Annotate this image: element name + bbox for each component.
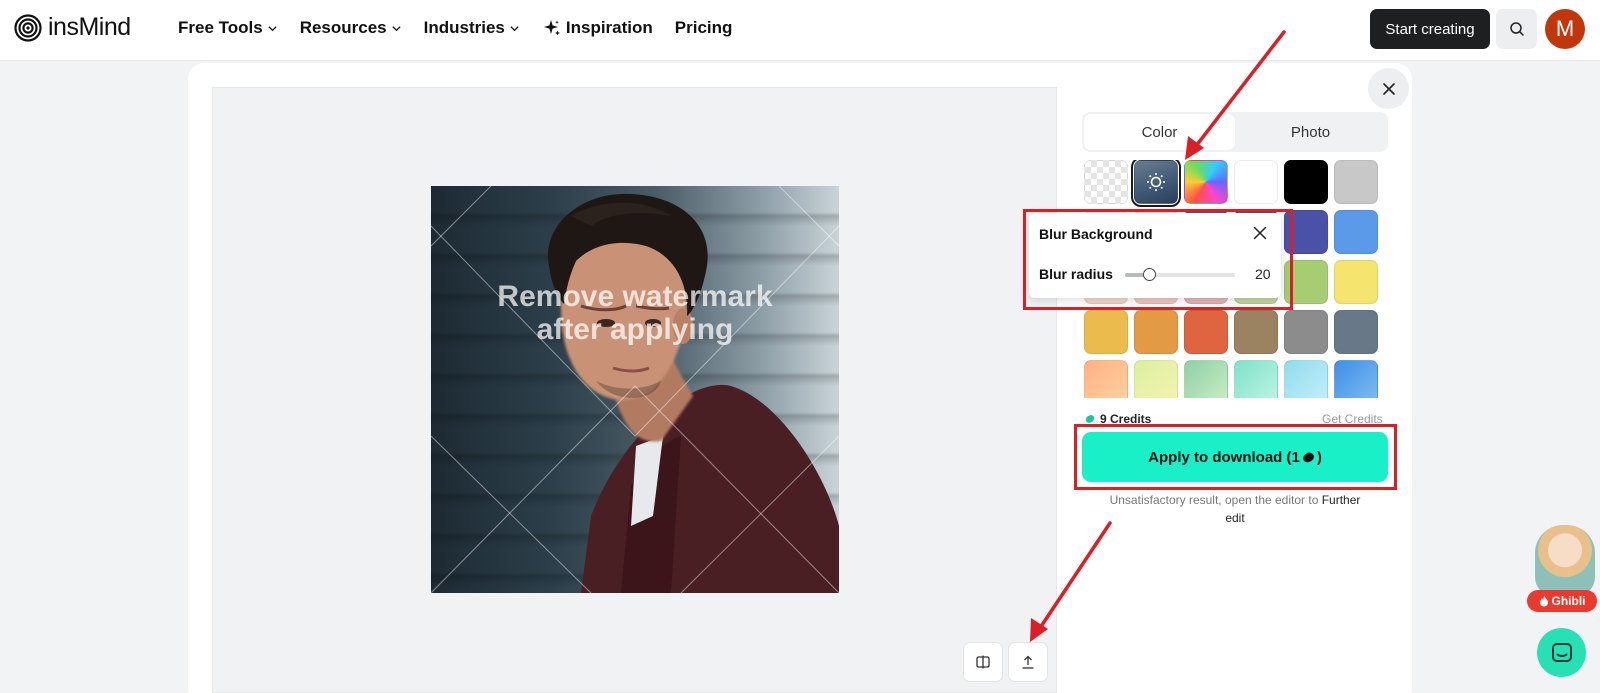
close-icon[interactable] (1251, 224, 1269, 242)
upload-icon (1022, 655, 1034, 669)
credits-balance: 9 Credits (1084, 412, 1151, 426)
export-button[interactable] (1008, 642, 1048, 682)
apply-to-download-button[interactable]: Apply to download (1 ) (1082, 432, 1388, 482)
nav-industries-label: Industries (423, 18, 505, 37)
swatch-color[interactable] (1234, 160, 1278, 204)
further-edit-link[interactable]: Further (1322, 493, 1361, 507)
swatch-color[interactable] (1334, 260, 1378, 304)
swatch-color[interactable] (1134, 310, 1178, 354)
compare-icon (976, 655, 990, 669)
ghibli-promo[interactable]: Ghibli (1527, 525, 1599, 612)
chevron-down-icon (510, 25, 519, 31)
hint-text: Unsatisfactory result, open the editor t… (1109, 493, 1319, 507)
tab-color[interactable]: Color (1084, 114, 1235, 150)
chat-icon (1551, 642, 1572, 662)
logo[interactable]: insMind (14, 13, 131, 42)
nav-inspiration[interactable]: Inspiration (542, 18, 653, 38)
nav-resources[interactable]: Resources (300, 18, 402, 38)
nav-inspiration-label: Inspiration (565, 18, 653, 37)
apply-suffix: ) (1316, 448, 1322, 466)
swatch-transparent[interactable] (1084, 160, 1128, 204)
start-creating-button[interactable]: Start creating (1370, 9, 1490, 49)
nav-resources-label: Resources (299, 18, 387, 37)
swatch-gradient[interactable] (1234, 360, 1278, 398)
nav-pricing-label: Pricing (674, 18, 733, 37)
blur-radius-label: Blur radius (1039, 266, 1113, 282)
blur-radius-value: 20 (1255, 266, 1271, 282)
fire-icon (1539, 595, 1548, 607)
user-avatar[interactable]: M (1545, 9, 1585, 49)
swatch-color[interactable] (1284, 310, 1328, 354)
search-icon (1509, 22, 1524, 36)
watermark-lines (431, 186, 839, 593)
watermark-text-line2: after applying (536, 313, 734, 346)
close-icon (1382, 82, 1395, 95)
swatch-color[interactable] (1334, 310, 1378, 354)
swatch-color[interactable] (1084, 310, 1128, 354)
further-edit-hint: Unsatisfactory result, open the editor t… (1082, 491, 1388, 527)
preview-image: Remove watermark after applying (431, 186, 839, 593)
credit-bean-icon (1301, 450, 1316, 464)
blur-icon (1147, 173, 1165, 191)
swatch-gradient[interactable] (1134, 360, 1178, 398)
slider-thumb[interactable] (1143, 268, 1157, 281)
nav-industries[interactable]: Industries (424, 18, 520, 38)
swatch-color[interactable] (1284, 210, 1328, 254)
get-credits-link[interactable]: Get Credits (1322, 412, 1383, 426)
swatch-gradient[interactable] (1084, 360, 1128, 398)
ghibli-badge: Ghibli (1527, 590, 1597, 612)
compare-button[interactable] (963, 642, 1003, 682)
apply-label: Apply to download (1 (1148, 448, 1300, 466)
top-header: insMind Free Tools Resources Industries … (0, 0, 1600, 61)
main-nav: Free Tools Resources Industries Inspirat… (178, 0, 732, 56)
logo-text: insMind (48, 13, 131, 41)
swatch-color[interactable] (1234, 310, 1278, 354)
swatch-color[interactable] (1184, 310, 1228, 354)
chevron-down-icon (268, 25, 277, 31)
further-edit-link-end[interactable]: edit (1225, 511, 1244, 525)
popover-title: Blur Background (1039, 226, 1153, 242)
credits-text: 9 Credits (1100, 412, 1152, 426)
chevron-down-icon (392, 25, 401, 31)
nav-free-tools[interactable]: Free Tools (178, 18, 278, 38)
blur-radius-slider[interactable] (1125, 268, 1235, 281)
ghibli-character-image (1535, 525, 1595, 597)
chat-support-button[interactable] (1537, 628, 1586, 677)
swatch-blur[interactable] (1131, 160, 1181, 207)
tab-photo[interactable]: Photo (1235, 114, 1386, 150)
ghibli-label: Ghibli (1551, 594, 1586, 608)
swatch-gradient[interactable] (1284, 360, 1328, 398)
background-type-tabs: Color Photo (1082, 112, 1388, 152)
search-button[interactable] (1496, 9, 1537, 49)
watermark-text-line1: Remove watermark (497, 280, 773, 313)
nav-pricing[interactable]: Pricing (675, 18, 733, 38)
swatch-gradient[interactable] (1184, 360, 1228, 398)
nav-free-tools-label: Free Tools (178, 18, 263, 37)
swatch-color[interactable] (1284, 160, 1328, 204)
logo-icon (14, 13, 42, 42)
swatch-color[interactable] (1284, 260, 1328, 304)
credit-bean-icon (1085, 415, 1095, 423)
swatch-gradient[interactable] (1334, 360, 1378, 398)
swatch-color[interactable] (1334, 160, 1378, 204)
sparkle-icon (543, 20, 560, 36)
swatch-color[interactable] (1334, 210, 1378, 254)
blur-background-popover: Blur Background Blur radius 20 (1029, 213, 1281, 298)
close-panel-button[interactable] (1368, 68, 1409, 109)
swatch-rainbow[interactable] (1184, 160, 1228, 204)
